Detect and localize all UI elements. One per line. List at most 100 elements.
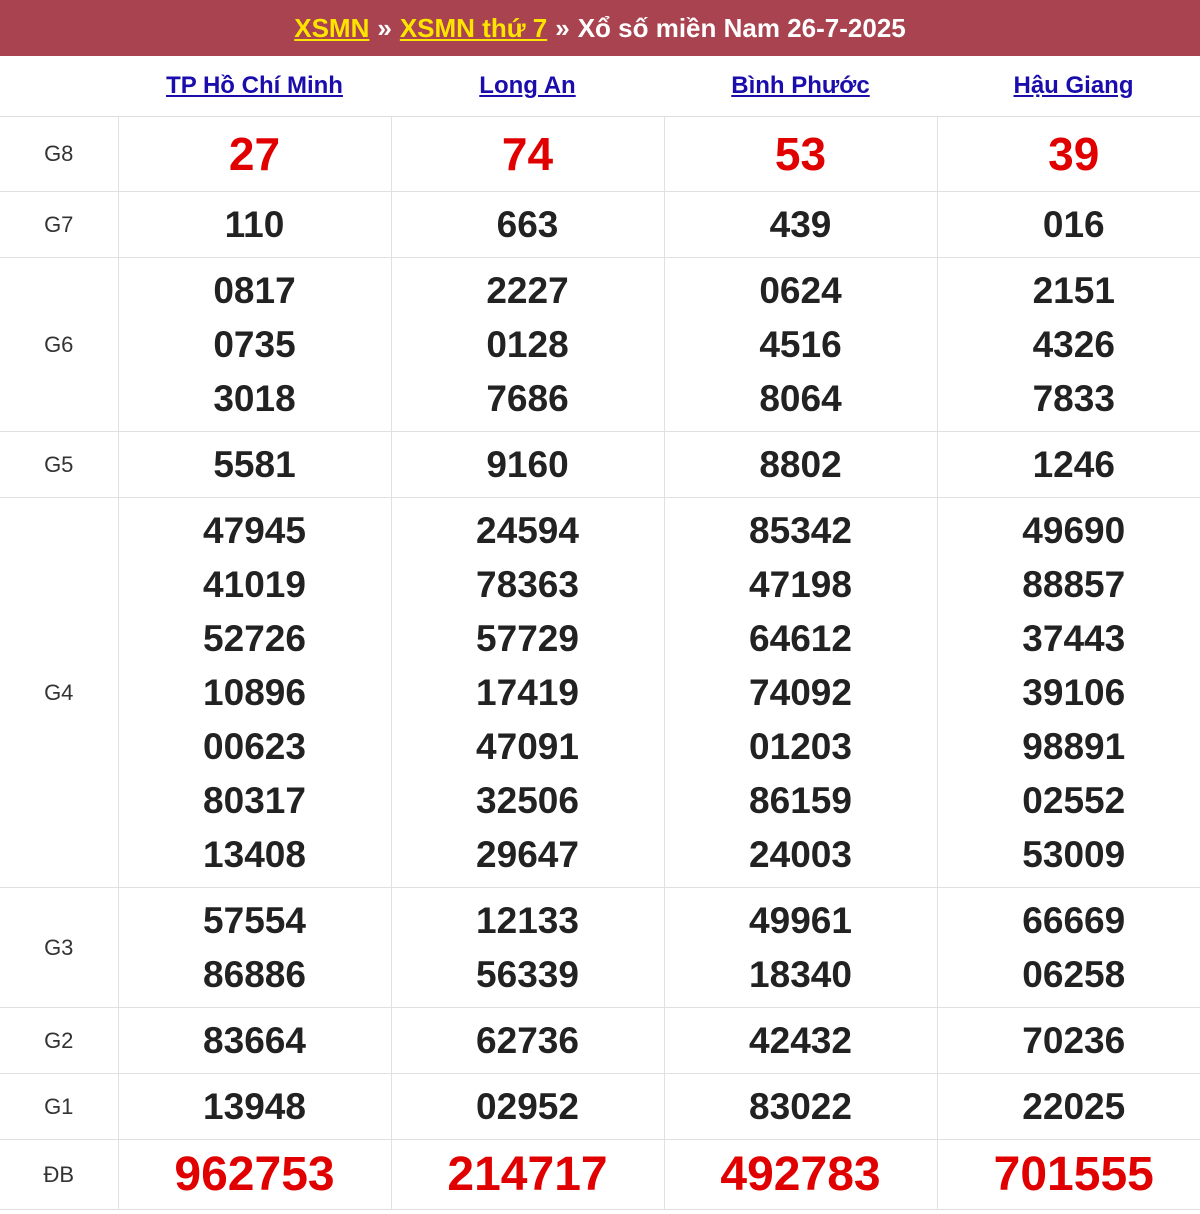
prize-row: G4 47945 41019 52726 10896 00623 80317 13408 245… bbox=[0, 497, 1200, 888]
prize-cell: 57554 86886 bbox=[117, 887, 392, 1008]
prize-number: 0735 bbox=[213, 323, 296, 365]
prize-number: 22025 bbox=[1022, 1085, 1126, 1127]
prize-number: 18340 bbox=[749, 953, 852, 995]
results-table: TP Hồ Chí Minh Long An Bình Phước Hậu Gi… bbox=[0, 56, 1200, 1210]
xsmn-saturday-link[interactable]: XSMN thứ 7 bbox=[400, 13, 547, 44]
prize-cell: 02952 bbox=[390, 1073, 665, 1140]
prize-row: G6 0817 0735 3018 2227 0128 7686 0624 4516 8064 21… bbox=[0, 257, 1200, 432]
prize-label: G1 bbox=[0, 1073, 119, 1140]
prize-cell: 74 bbox=[390, 116, 665, 192]
province-link-hcm[interactable]: TP Hồ Chí Minh bbox=[166, 72, 343, 99]
prize-number: 2151 bbox=[1032, 269, 1115, 311]
prize-number: 0624 bbox=[759, 269, 842, 311]
prize-cell: 8802 bbox=[663, 431, 938, 498]
prize-number: 56339 bbox=[476, 953, 579, 995]
prize-cell: 1246 bbox=[936, 431, 1200, 498]
prize-number: 83022 bbox=[749, 1085, 852, 1127]
prize-number: 86159 bbox=[749, 779, 852, 821]
prize-number: 39 bbox=[1048, 128, 1100, 180]
prize-cell: 492783 bbox=[663, 1139, 938, 1210]
prize-number: 49690 bbox=[1022, 509, 1126, 551]
prize-number: 66669 bbox=[1022, 899, 1126, 941]
prize-number: 49961 bbox=[749, 899, 852, 941]
prize-number: 27 bbox=[228, 128, 281, 180]
prize-number: 70236 bbox=[1022, 1019, 1126, 1061]
prize-number: 86886 bbox=[203, 953, 306, 995]
prize-number: 17419 bbox=[476, 671, 579, 713]
prize-number: 98891 bbox=[1022, 725, 1126, 767]
province-link-binh-phuoc[interactable]: Bình Phước bbox=[731, 72, 869, 99]
prize-cell: 83664 bbox=[117, 1007, 392, 1074]
prize-number: 962753 bbox=[174, 1147, 335, 1201]
prize-number: 85342 bbox=[749, 509, 852, 551]
prize-cell: 13948 bbox=[117, 1073, 392, 1140]
province-link-long-an[interactable]: Long An bbox=[479, 72, 575, 99]
prize-cell: 27 bbox=[117, 116, 392, 192]
prize-number: 47198 bbox=[749, 563, 852, 605]
prize-number: 24003 bbox=[749, 833, 852, 875]
prize-number: 47945 bbox=[203, 509, 306, 551]
prize-number: 5581 bbox=[213, 443, 296, 485]
prize-number: 57729 bbox=[476, 617, 579, 659]
prize-number: 42432 bbox=[749, 1019, 852, 1061]
prize-cell: 5581 bbox=[117, 431, 392, 498]
prize-number: 88857 bbox=[1022, 563, 1126, 605]
xsmn-link[interactable]: XSMN bbox=[294, 13, 369, 44]
prize-number: 13408 bbox=[203, 833, 306, 875]
prize-number: 29647 bbox=[476, 833, 579, 875]
prize-number: 02952 bbox=[476, 1085, 579, 1127]
prize-label: G7 bbox=[0, 191, 119, 258]
prize-number: 0128 bbox=[486, 323, 569, 365]
prize-number: 10896 bbox=[203, 671, 306, 713]
prize-label: ĐB bbox=[0, 1139, 119, 1210]
prize-cell: 2151 4326 7833 bbox=[936, 257, 1200, 432]
prize-number: 701555 bbox=[993, 1147, 1154, 1201]
page-header: XSMN » XSMN thứ 7 » Xổ số miền Nam 26-7-… bbox=[0, 0, 1200, 56]
prize-cell: 2227 0128 7686 bbox=[390, 257, 665, 432]
prize-cell: 85342 47198 64612 74092 01203 86159 24003 bbox=[663, 497, 938, 888]
province-link-hau-giang[interactable]: Hậu Giang bbox=[1013, 72, 1133, 99]
prize-number: 0817 bbox=[213, 269, 296, 311]
prize-number: 13948 bbox=[203, 1085, 306, 1127]
prize-cell: 24594 78363 57729 17419 47091 32506 29647 bbox=[390, 497, 665, 888]
prize-row: G5 5581 9160 8802 1246 bbox=[0, 431, 1200, 498]
prize-number: 02552 bbox=[1022, 779, 1126, 821]
prize-number: 8064 bbox=[759, 377, 842, 419]
prize-cell: 9160 bbox=[390, 431, 665, 498]
prize-number: 016 bbox=[1042, 203, 1105, 245]
prize-cell: 663 bbox=[390, 191, 665, 258]
prize-cell: 12133 56339 bbox=[390, 887, 665, 1008]
prize-row: G8 27 74 53 39 bbox=[0, 116, 1200, 192]
prize-number: 06258 bbox=[1022, 953, 1126, 995]
prize-number: 4326 bbox=[1032, 323, 1115, 365]
prize-number: 663 bbox=[496, 203, 559, 245]
prize-label: G6 bbox=[0, 257, 119, 432]
prize-cell: 214717 bbox=[390, 1139, 665, 1210]
prize-number: 64612 bbox=[749, 617, 852, 659]
prize-number: 80317 bbox=[203, 779, 306, 821]
prize-label: G4 bbox=[0, 497, 119, 888]
prize-cell: 53 bbox=[663, 116, 938, 192]
prize-number: 78363 bbox=[476, 563, 579, 605]
prize-cell: 62736 bbox=[390, 1007, 665, 1074]
prize-cell: 0624 4516 8064 bbox=[663, 257, 938, 432]
prize-number: 62736 bbox=[476, 1019, 579, 1061]
prize-cell: 439 bbox=[663, 191, 938, 258]
province-header-row: TP Hồ Chí Minh Long An Bình Phước Hậu Gi… bbox=[0, 56, 1200, 117]
prize-number: 74 bbox=[501, 128, 554, 180]
prize-row: G3 57554 86886 12133 56339 49961 18340 66669 062… bbox=[0, 887, 1200, 1008]
prize-number: 74092 bbox=[749, 671, 852, 713]
results-body: G8 27 74 53 39 G7 110 663 439 016 G6 0817 0735 3018 22… bbox=[0, 116, 1200, 1210]
prize-number: 47091 bbox=[476, 725, 579, 767]
prize-number: 39106 bbox=[1022, 671, 1126, 713]
prize-cell: 66669 06258 bbox=[936, 887, 1200, 1008]
prize-cell: 42432 bbox=[663, 1007, 938, 1074]
prize-label: G5 bbox=[0, 431, 119, 498]
prize-label: G2 bbox=[0, 1007, 119, 1074]
prize-row: ĐB 962753 214717 492783 701555 bbox=[0, 1139, 1200, 1210]
prize-number: 439 bbox=[769, 203, 832, 245]
prize-number: 53 bbox=[774, 128, 827, 180]
prize-number: 24594 bbox=[476, 509, 579, 551]
page-title: Xổ số miền Nam 26-7-2025 bbox=[577, 12, 906, 43]
prize-number: 7686 bbox=[486, 377, 569, 419]
